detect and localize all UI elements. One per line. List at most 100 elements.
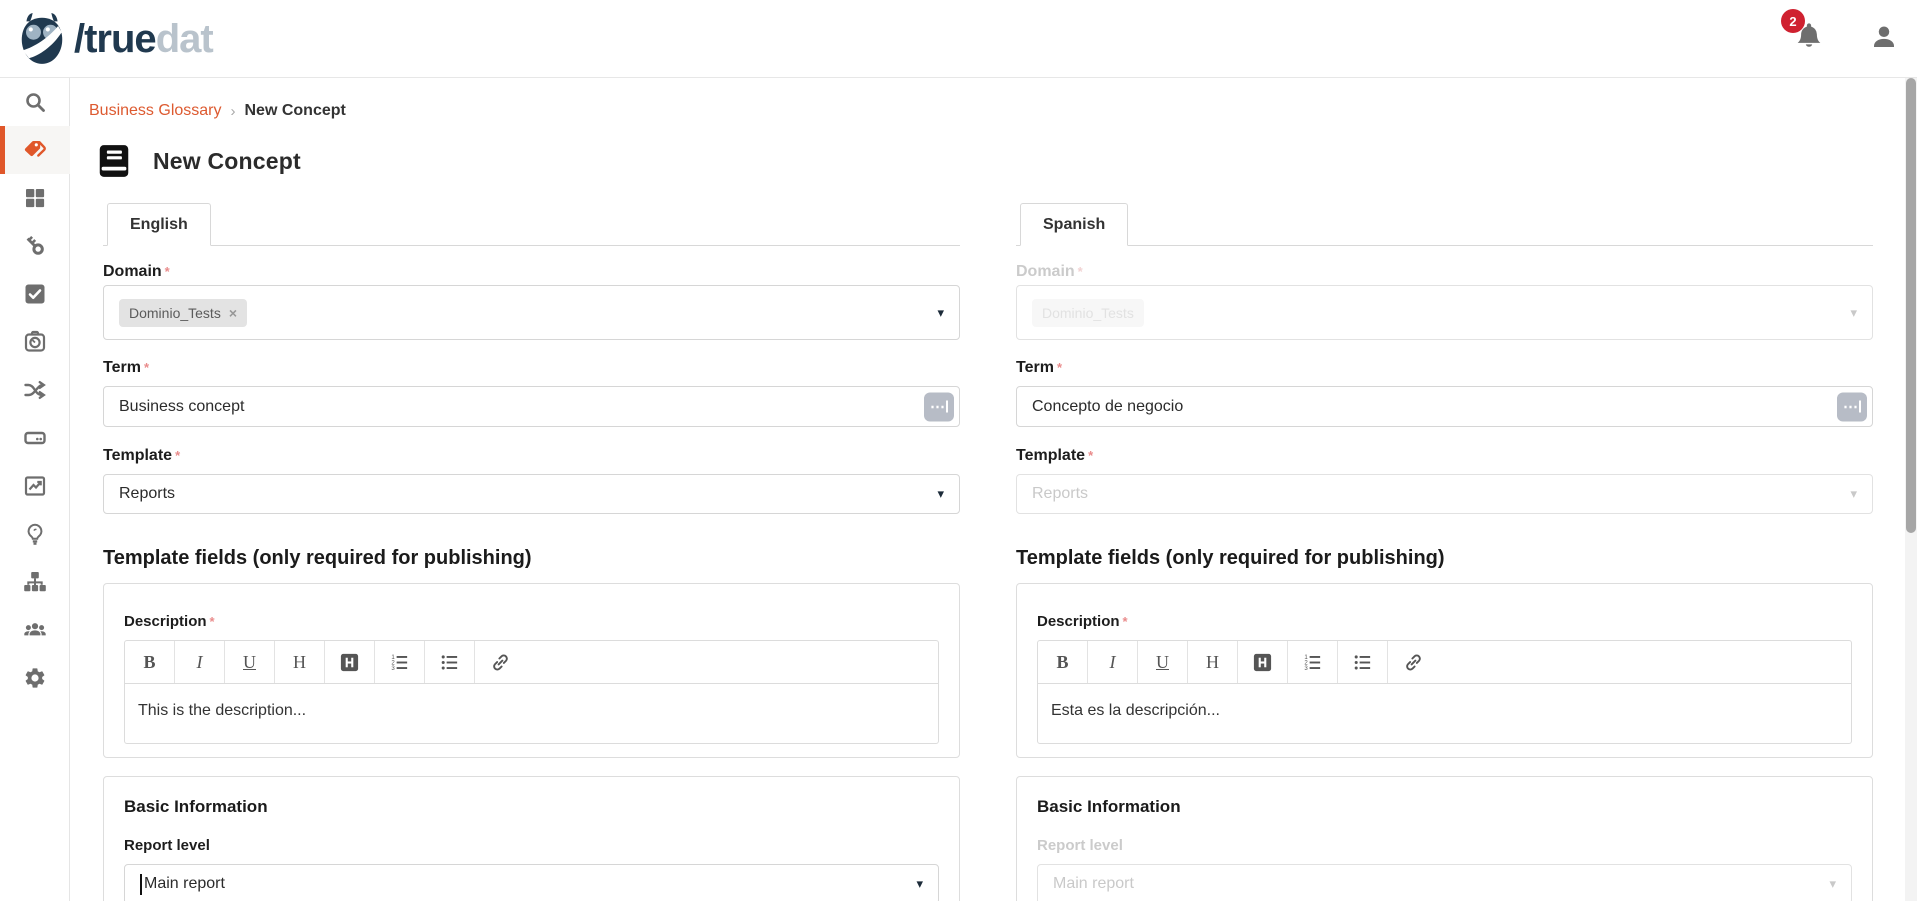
bullet-list-button[interactable]: [425, 641, 475, 683]
template-select[interactable]: Reports ▾: [103, 474, 960, 514]
underline-button[interactable]: U: [1138, 641, 1188, 683]
english-column: English Domain* Dominio_Tests × ▾ Term* …: [103, 202, 960, 901]
link-icon: [1403, 652, 1424, 673]
tab-spanish[interactable]: Spanish: [1020, 203, 1128, 246]
chevron-down-icon: ▾: [937, 486, 944, 502]
required-mark: *: [1057, 360, 1062, 375]
domain-label: Domain*: [103, 262, 960, 282]
required-mark: *: [210, 614, 215, 629]
italic-button[interactable]: I: [1088, 641, 1138, 683]
app-window: /truedat 2: [0, 0, 1917, 901]
svg-text:3: 3: [1304, 665, 1308, 672]
link-button[interactable]: [1388, 641, 1438, 683]
editor-toolbar: B I U H 1: [125, 641, 938, 684]
ordered-list-button[interactable]: 1 2 3: [375, 641, 425, 683]
breadcrumb-separator-icon: ›: [231, 103, 236, 120]
description-input[interactable]: This is the description...: [125, 684, 938, 743]
server-icon: [23, 426, 47, 450]
term-label: Term*: [103, 358, 960, 378]
scrollbar-track[interactable]: [1905, 78, 1917, 901]
template-value: Reports: [119, 485, 175, 503]
bullet-list-icon: [1352, 652, 1373, 673]
notification-badge: 2: [1781, 9, 1805, 33]
chip-remove-icon[interactable]: ×: [229, 305, 237, 321]
report-level-label: Report level: [1037, 836, 1852, 856]
report-level-select[interactable]: Main report ▾: [124, 864, 939, 901]
link-icon: [490, 652, 511, 673]
sidebar: [0, 78, 70, 901]
user-icon: [1869, 22, 1899, 52]
sidebar-item-rules[interactable]: [0, 270, 70, 318]
domain-chip: Dominio_Tests ×: [119, 299, 247, 327]
expand-text-button[interactable]: ⋯: [924, 392, 954, 421]
term-value: Concepto de negocio: [1032, 398, 1183, 416]
italic-button[interactable]: I: [175, 641, 225, 683]
tags-icon: [23, 138, 47, 162]
description-label: Description*: [124, 612, 939, 632]
spanish-column: Spanish Domain* Dominio_Tests ▾ Term* Co…: [1016, 202, 1873, 901]
owl-logo-icon: [16, 12, 68, 66]
notifications-button[interactable]: 2: [1793, 19, 1829, 59]
report-level-value: Main report: [1053, 875, 1134, 893]
gauge-icon: [23, 330, 47, 354]
report-level-value: Main report: [144, 875, 225, 893]
bold-button[interactable]: B: [125, 641, 175, 683]
link-button[interactable]: [475, 641, 525, 683]
truedat-logo[interactable]: /truedat: [16, 12, 213, 66]
sidebar-item-lineage[interactable]: [0, 366, 70, 414]
sidebar-item-quality[interactable]: [0, 318, 70, 366]
expand-text-button[interactable]: ⋯: [1837, 392, 1867, 421]
bold-button[interactable]: B: [1038, 641, 1088, 683]
breadcrumb-glossary-link[interactable]: Business Glossary: [89, 102, 222, 120]
sidebar-item-settings[interactable]: [0, 654, 70, 702]
editor-toolbar: B I U H 1: [1038, 641, 1851, 684]
basic-information-heading: Basic Information: [124, 797, 939, 817]
term-value: Business concept: [119, 398, 244, 416]
template-value: Reports: [1032, 485, 1088, 503]
term-input[interactable]: Concepto de negocio ⋯: [1016, 386, 1873, 427]
ellipsis-icon: ⋯: [930, 398, 945, 416]
rich-text-editor: B I U H 1: [1037, 640, 1852, 744]
svg-text:3: 3: [391, 665, 395, 672]
required-mark: *: [144, 360, 149, 375]
sidebar-item-data-structures[interactable]: [0, 414, 70, 462]
sidebar-item-permissions[interactable]: [0, 222, 70, 270]
user-menu-button[interactable]: [1869, 22, 1899, 57]
app-header: /truedat 2: [0, 0, 1917, 78]
domain-chip: Dominio_Tests: [1032, 299, 1144, 327]
underline-button[interactable]: U: [225, 641, 275, 683]
template-fields-heading: Template fields (only required for publi…: [103, 547, 960, 570]
bullet-list-button[interactable]: [1338, 641, 1388, 683]
term-label: Term*: [1016, 358, 1873, 378]
sidebar-item-glossary[interactable]: [0, 126, 70, 174]
gear-icon: [23, 666, 47, 690]
header-block-button[interactable]: [1238, 641, 1288, 683]
ordered-list-icon: 1 2 3: [1302, 652, 1323, 673]
book-icon: [95, 142, 133, 180]
header-block-icon: [339, 652, 360, 673]
description-input[interactable]: Esta es la descripción...: [1038, 684, 1851, 743]
page-title: New Concept: [153, 148, 301, 175]
ordered-list-icon: 1 2 3: [389, 652, 410, 673]
sidebar-item-insights[interactable]: [0, 510, 70, 558]
sidebar-item-dashboards[interactable]: [0, 174, 70, 222]
sidebar-item-users[interactable]: [0, 606, 70, 654]
header-button[interactable]: H: [275, 641, 325, 683]
ordered-list-button[interactable]: 1 2 3: [1288, 641, 1338, 683]
header-button[interactable]: H: [1188, 641, 1238, 683]
check-square-icon: [23, 282, 47, 306]
scrollbar-thumb[interactable]: [1906, 78, 1916, 533]
tab-english[interactable]: English: [107, 203, 211, 246]
term-input[interactable]: Business concept ⋯: [103, 386, 960, 427]
template-select-disabled: Reports ▾: [1016, 474, 1873, 514]
chevron-down-icon: ▾: [1850, 305, 1857, 321]
sidebar-item-taxonomy[interactable]: [0, 558, 70, 606]
sidebar-item-search[interactable]: [0, 78, 70, 126]
required-mark: *: [1078, 264, 1083, 279]
chevron-down-icon: ▾: [1850, 486, 1857, 502]
required-mark: *: [165, 264, 170, 279]
sidebar-item-analytics[interactable]: [0, 462, 70, 510]
header-block-button[interactable]: [325, 641, 375, 683]
domain-select[interactable]: Dominio_Tests × ▾: [103, 285, 960, 340]
domain-select-disabled: Dominio_Tests ▾: [1016, 285, 1873, 340]
